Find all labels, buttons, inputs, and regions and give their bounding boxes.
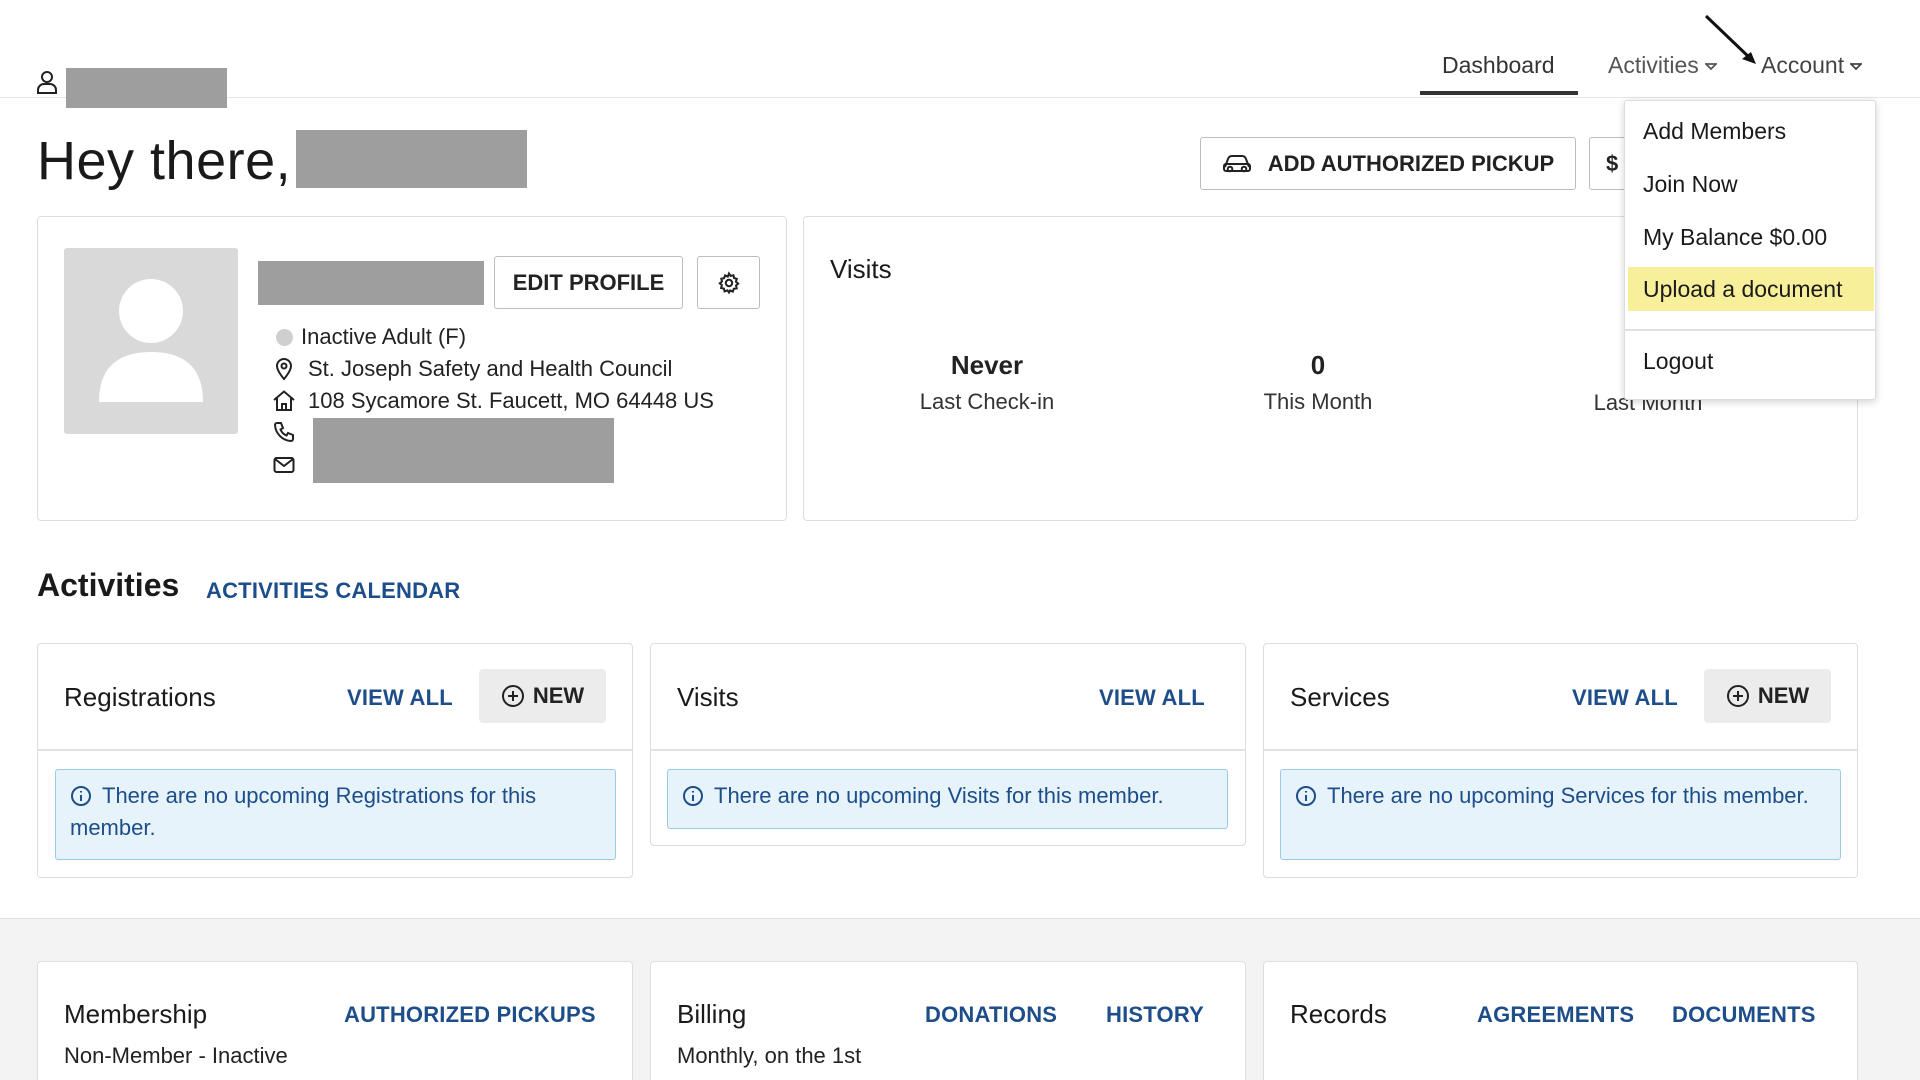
divider — [651, 749, 1245, 751]
mail-icon — [273, 457, 295, 473]
menu-divider — [1625, 329, 1875, 331]
status-dot-icon — [276, 328, 293, 346]
car-icon — [1222, 154, 1251, 172]
info-icon — [1296, 786, 1316, 806]
services-empty-text: There are no upcoming Services for this … — [1327, 783, 1809, 808]
registrations-new-label: NEW — [532, 683, 585, 708]
chevron-down-icon — [1850, 63, 1863, 71]
services-new-label: NEW — [1757, 683, 1810, 708]
menu-item-add-members[interactable]: Add Members — [1625, 109, 1875, 153]
arrow-annotation-icon — [1704, 14, 1756, 64]
phone-line — [272, 420, 296, 444]
avatar — [64, 248, 238, 434]
tab-activities-label: Activities — [1608, 52, 1699, 78]
membership-title: Membership — [64, 999, 208, 1029]
stat-last-checkin-label: Last Check-in — [919, 389, 1055, 414]
donations-link[interactable]: DONATIONS — [925, 1002, 1057, 1028]
stat-last-checkin: Never Last Check-in — [857, 350, 1117, 415]
history-link[interactable]: HISTORY — [1106, 1002, 1204, 1028]
menu-item-upload-document[interactable]: Upload a document — [1628, 267, 1874, 311]
home-icon — [273, 390, 295, 411]
visits-empty-message: There are no upcoming Visits for this me… — [667, 769, 1228, 829]
activities-section-title: Activities — [37, 567, 180, 603]
services-new-button[interactable]: NEW — [1704, 669, 1831, 723]
location-pin-icon — [275, 358, 293, 381]
divider — [38, 749, 632, 751]
menu-item-my-balance[interactable]: My Balance $0.00 — [1625, 215, 1875, 259]
tab-account-label: Account — [1761, 52, 1845, 78]
membership-status-text: Non-Member - Inactive — [64, 1043, 288, 1068]
visits-view-all-link[interactable]: VIEW ALL — [1099, 685, 1205, 711]
plus-circle-icon — [1726, 685, 1749, 707]
account-dropdown-menu: Add Members Join Now My Balance $0.00 Up… — [1624, 100, 1876, 400]
registrations-empty-text: There are no upcoming Registrations for … — [70, 783, 537, 840]
email-line — [272, 453, 296, 477]
address-line: 108 Sycamore St. Faucett, MO 64448 US — [272, 388, 714, 414]
contact-info-redacted — [313, 418, 614, 483]
add-authorized-pickup-button[interactable]: ADD AUTHORIZED PICKUP — [1200, 137, 1576, 190]
organization-line: St. Joseph Safety and Health Council — [272, 356, 672, 382]
stat-last-checkin-value: Never — [950, 350, 1024, 380]
agreements-link[interactable]: AGREEMENTS — [1477, 1002, 1634, 1028]
menu-item-join-now[interactable]: Join Now — [1625, 162, 1875, 206]
authorized-pickups-link[interactable]: AUTHORIZED PICKUPS — [344, 1002, 596, 1028]
member-address: 108 Sycamore St. Faucett, MO 64448 US — [308, 388, 714, 413]
registrations-panel-title: Registrations — [64, 682, 216, 712]
services-view-all-link[interactable]: VIEW ALL — [1572, 685, 1678, 711]
member-status: Inactive Adult (F) — [301, 324, 467, 349]
visits-panel-title: Visits — [677, 682, 739, 712]
registrations-view-all-link[interactable]: VIEW ALL — [347, 685, 453, 711]
member-name-redacted — [296, 130, 527, 188]
profile-settings-button[interactable] — [697, 256, 760, 309]
user-icon — [37, 71, 57, 94]
active-tab-indicator — [1420, 91, 1578, 95]
plus-circle-icon — [501, 685, 524, 707]
visits-summary-title: Visits — [830, 254, 892, 284]
tab-account[interactable]: Account — [1761, 52, 1863, 79]
tab-dashboard-label: Dashboard — [1442, 52, 1555, 78]
phone-icon — [273, 422, 294, 443]
registrations-empty-message: There are no upcoming Registrations for … — [55, 769, 616, 860]
stat-this-month: 0 This Month — [1188, 350, 1448, 415]
balance-action-label: $ — [1606, 150, 1619, 176]
activities-calendar-link[interactable]: ACTIVITIES CALENDAR — [206, 578, 460, 604]
tab-dashboard[interactable]: Dashboard — [1442, 52, 1555, 79]
menu-item-logout[interactable]: Logout — [1625, 339, 1875, 383]
info-icon — [71, 786, 91, 806]
visits-empty-text: There are no upcoming Visits for this me… — [714, 783, 1164, 808]
documents-link[interactable]: DOCUMENTS — [1672, 1002, 1816, 1028]
edit-profile-button[interactable]: EDIT PROFILE — [494, 256, 683, 309]
page-title: Hey there, — [37, 131, 292, 191]
person-placeholder-icon — [99, 279, 203, 402]
billing-title: Billing — [677, 999, 747, 1029]
status-line: Inactive Adult (F) — [276, 324, 466, 350]
info-icon — [683, 786, 703, 806]
username-redacted — [66, 68, 227, 108]
services-panel-title: Services — [1290, 682, 1390, 712]
organization-name: St. Joseph Safety and Health Council — [308, 356, 673, 381]
edit-profile-label: EDIT PROFILE — [512, 269, 665, 295]
records-title: Records — [1290, 999, 1387, 1029]
add-authorized-pickup-label: ADD AUTHORIZED PICKUP — [1267, 150, 1555, 176]
services-empty-message: There are no upcoming Services for this … — [1280, 769, 1841, 860]
member-fullname-redacted — [258, 261, 484, 305]
billing-schedule-text: Monthly, on the 1st — [677, 1043, 862, 1068]
stat-this-month-label: This Month — [1263, 389, 1373, 414]
divider — [1264, 749, 1857, 751]
stat-this-month-value: 0 — [1310, 350, 1326, 380]
top-navbar: Dashboard Activities Account — [0, 0, 1920, 108]
registrations-new-button[interactable]: NEW — [479, 669, 606, 723]
gear-icon — [717, 270, 740, 294]
